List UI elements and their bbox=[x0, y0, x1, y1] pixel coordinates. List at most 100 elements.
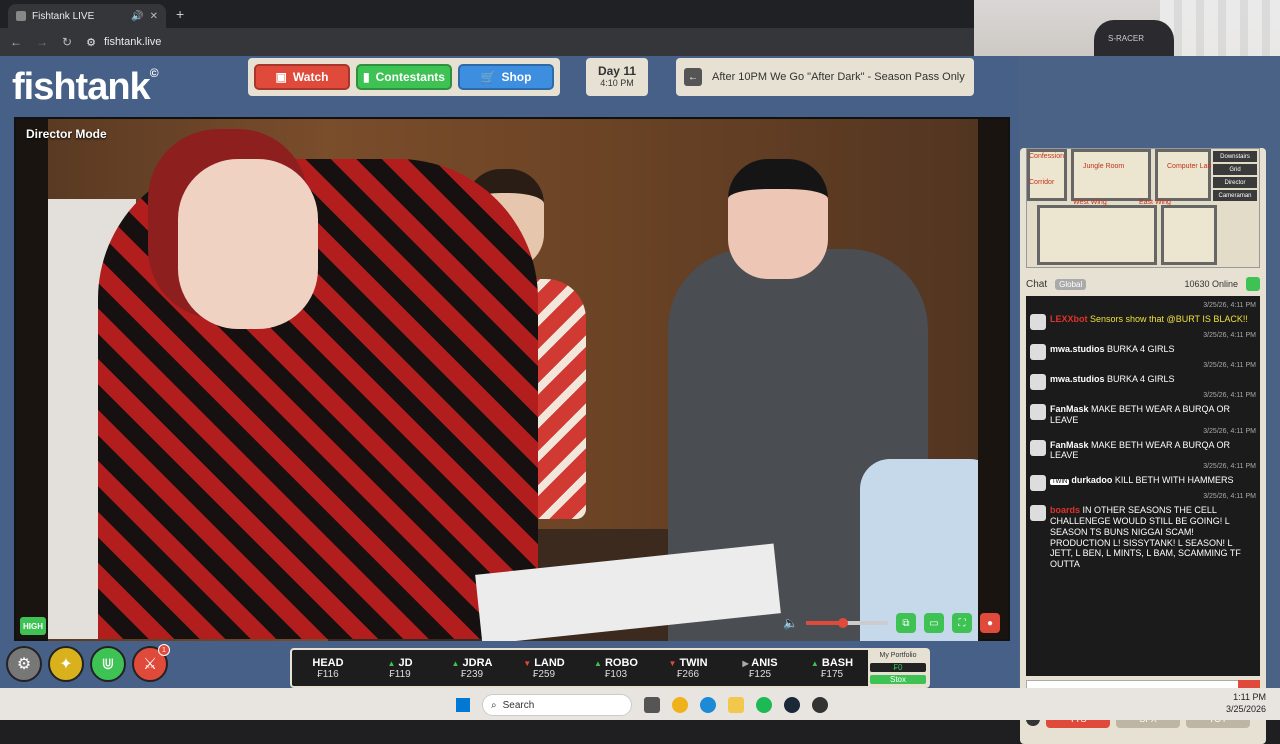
map-director-button[interactable]: Director bbox=[1213, 177, 1257, 188]
avatar[interactable] bbox=[1030, 439, 1046, 456]
quick-action-buttons: ⚙ ✦ ⋓ ⚔ 1 bbox=[6, 644, 170, 682]
map-room-east[interactable] bbox=[1161, 205, 1217, 265]
right-panel: Confession Jungle Room Computer Lab Corr… bbox=[1020, 148, 1266, 744]
avatar[interactable] bbox=[1030, 404, 1046, 420]
forward-icon[interactable]: → bbox=[36, 35, 48, 49]
avatar[interactable] bbox=[1030, 505, 1046, 522]
map-room-jungle[interactable] bbox=[1071, 149, 1151, 201]
address-bar[interactable]: ⚙ fishtank.live bbox=[86, 36, 161, 49]
video-frame bbox=[48, 119, 978, 641]
notification-badge: 1 bbox=[158, 644, 170, 656]
ticker-item[interactable]: ▲ JDRA ₣239 bbox=[436, 657, 508, 680]
ticker-name: HEAD bbox=[312, 656, 344, 669]
quality-button[interactable]: HIGH bbox=[20, 617, 46, 635]
chat-username[interactable]: mwa.studios bbox=[1050, 374, 1105, 384]
avatar[interactable] bbox=[1030, 314, 1046, 330]
map-grid-button[interactable]: Grid bbox=[1213, 164, 1257, 175]
avatar[interactable] bbox=[1030, 374, 1046, 390]
volume-knob[interactable] bbox=[837, 618, 848, 628]
back-icon[interactable]: ← bbox=[10, 35, 22, 49]
browser-tab[interactable]: Fishtank LIVE 🔊 ✕ bbox=[8, 4, 166, 28]
site-info-icon[interactable]: ⚙ bbox=[86, 36, 96, 49]
ticker-item[interactable]: HEAD ₣116 bbox=[292, 657, 364, 680]
ticker-price: ₣125 bbox=[748, 668, 772, 680]
explorer-icon[interactable] bbox=[728, 697, 744, 713]
chat-message: FanMask MAKE BETH WEAR A BURQA OR LEAVE 3… bbox=[1030, 439, 1256, 470]
clock-date: 3/25/2026 bbox=[1225, 703, 1266, 714]
ticker-name: ROBO bbox=[604, 656, 638, 669]
house-map[interactable]: Confession Jungle Room Computer Lab Corr… bbox=[1026, 148, 1260, 268]
sword-icon: ⚔ bbox=[142, 656, 158, 673]
steam-icon[interactable] bbox=[784, 697, 800, 713]
chat-username[interactable]: LEXXbot bbox=[1050, 314, 1088, 324]
new-tab-icon[interactable]: + bbox=[176, 6, 184, 22]
chat-username[interactable]: boards bbox=[1050, 505, 1080, 515]
reload-icon[interactable]: ↻ bbox=[62, 35, 72, 49]
top-nav-buttons: ▣ Watch ▮ Contestants 🛒 Shop bbox=[248, 58, 560, 96]
video-player[interactable]: Director Mode HIGH 🔈 ⧉ ▭ ⛶ ● bbox=[14, 117, 1010, 641]
edge-icon[interactable] bbox=[700, 697, 716, 713]
volume-slider[interactable] bbox=[806, 618, 888, 628]
windows-start-icon[interactable] bbox=[456, 698, 470, 712]
system-clock[interactable]: 1:11 PM 3/25/2026 bbox=[1226, 692, 1266, 715]
ticker-item[interactable]: ▶ ANIS ₣125 bbox=[724, 657, 796, 680]
spotify-icon[interactable] bbox=[756, 697, 772, 713]
ticker-price: ₣239 bbox=[460, 668, 484, 680]
stox-button[interactable]: Stox bbox=[870, 675, 926, 684]
day-label: Day 11 bbox=[597, 64, 637, 78]
trend-icon: ▶ bbox=[742, 658, 749, 668]
chair-brand: S-RACER bbox=[1108, 34, 1145, 43]
avatar[interactable] bbox=[1030, 344, 1046, 360]
chrome-icon[interactable] bbox=[672, 697, 688, 713]
speaker-icon[interactable]: 🔊 bbox=[131, 11, 143, 22]
map-room-computer[interactable] bbox=[1155, 149, 1211, 201]
chat-message: TWIN durkadoo KILL BETH WITH HAMMERS 3/25/… bbox=[1030, 475, 1256, 500]
ticker-item[interactable]: ▼ TWIN ₣266 bbox=[652, 657, 724, 680]
map-downstairs-button[interactable]: Downstairs bbox=[1213, 151, 1257, 162]
chat-username[interactable]: FanMask bbox=[1050, 404, 1089, 414]
chat-body: BURKA 4 GIRLS bbox=[1107, 344, 1175, 354]
site-logo[interactable]: fishtank© bbox=[12, 66, 159, 109]
chat-messages[interactable]: 3/25/26, 4:11 PM LEXXbot Sensors show th… bbox=[1026, 296, 1260, 676]
volume-icon[interactable]: 🔈 bbox=[783, 616, 798, 630]
shop-button[interactable]: 🛒 Shop bbox=[458, 64, 554, 90]
ticker-item[interactable]: ▲ BASH ₣175 bbox=[796, 657, 868, 680]
items-button[interactable]: ✦ bbox=[48, 646, 84, 682]
record-icon[interactable]: ● bbox=[980, 613, 1000, 633]
watch-button[interactable]: ▣ Watch bbox=[254, 64, 350, 90]
chat-body: Sensors show that @BURT IS BLACK!! bbox=[1090, 314, 1248, 324]
chat-username[interactable]: mwa.studios bbox=[1050, 344, 1105, 354]
chat-expand-icon[interactable] bbox=[1246, 277, 1260, 291]
fishtank-favicon-icon bbox=[16, 11, 26, 21]
fullscreen-icon[interactable]: ⛶ bbox=[952, 613, 972, 633]
task-view-icon[interactable] bbox=[644, 697, 660, 713]
taskbar-search[interactable]: ⌕ Search bbox=[482, 694, 632, 716]
app-icon[interactable] bbox=[812, 697, 828, 713]
announcement-text: After 10PM We Go "After Dark" - Season P… bbox=[712, 71, 965, 83]
missions-button[interactable]: ⚔ 1 bbox=[132, 644, 170, 682]
map-room-west[interactable] bbox=[1037, 205, 1157, 265]
taskbar-center: ⌕ Search bbox=[456, 694, 828, 716]
ticker-item[interactable]: ▼ LAND ₣259 bbox=[508, 657, 580, 680]
map-cameraman-button[interactable]: Cameraman bbox=[1213, 190, 1257, 201]
close-tab-icon[interactable]: ✕ bbox=[150, 11, 158, 22]
chat-username[interactable]: durkadoo bbox=[1071, 475, 1112, 485]
ticker-item[interactable]: ▲ JD ₣119 bbox=[364, 657, 436, 680]
chat-message: mwa.studios BURKA 4 GIRLS 3/25/26, 4:11 P… bbox=[1030, 344, 1256, 369]
ticker-price: ₣116 bbox=[317, 668, 339, 680]
contestants-icon: ▮ bbox=[363, 70, 370, 84]
ticker-item[interactable]: ▲ ROBO ₣103 bbox=[580, 657, 652, 680]
chat-body: BURKA 4 GIRLS bbox=[1107, 374, 1175, 384]
magnet-icon: ⋓ bbox=[101, 656, 115, 673]
contestants-button[interactable]: ▮ Contestants bbox=[356, 64, 452, 90]
global-tab[interactable]: Global bbox=[1055, 278, 1087, 290]
director-mode-label: Director Mode bbox=[26, 127, 107, 141]
avatar[interactable] bbox=[1030, 475, 1046, 492]
chat-username[interactable]: FanMask bbox=[1050, 440, 1089, 450]
settings-button[interactable]: ⚙ bbox=[6, 646, 42, 682]
cast-icon[interactable]: ▭ bbox=[924, 613, 944, 633]
pip-icon[interactable]: ⧉ bbox=[896, 613, 916, 633]
magnet-button[interactable]: ⋓ bbox=[90, 646, 126, 682]
time-label: 4:10 PM bbox=[600, 78, 634, 88]
announcement-back-icon[interactable]: ← bbox=[684, 68, 702, 86]
